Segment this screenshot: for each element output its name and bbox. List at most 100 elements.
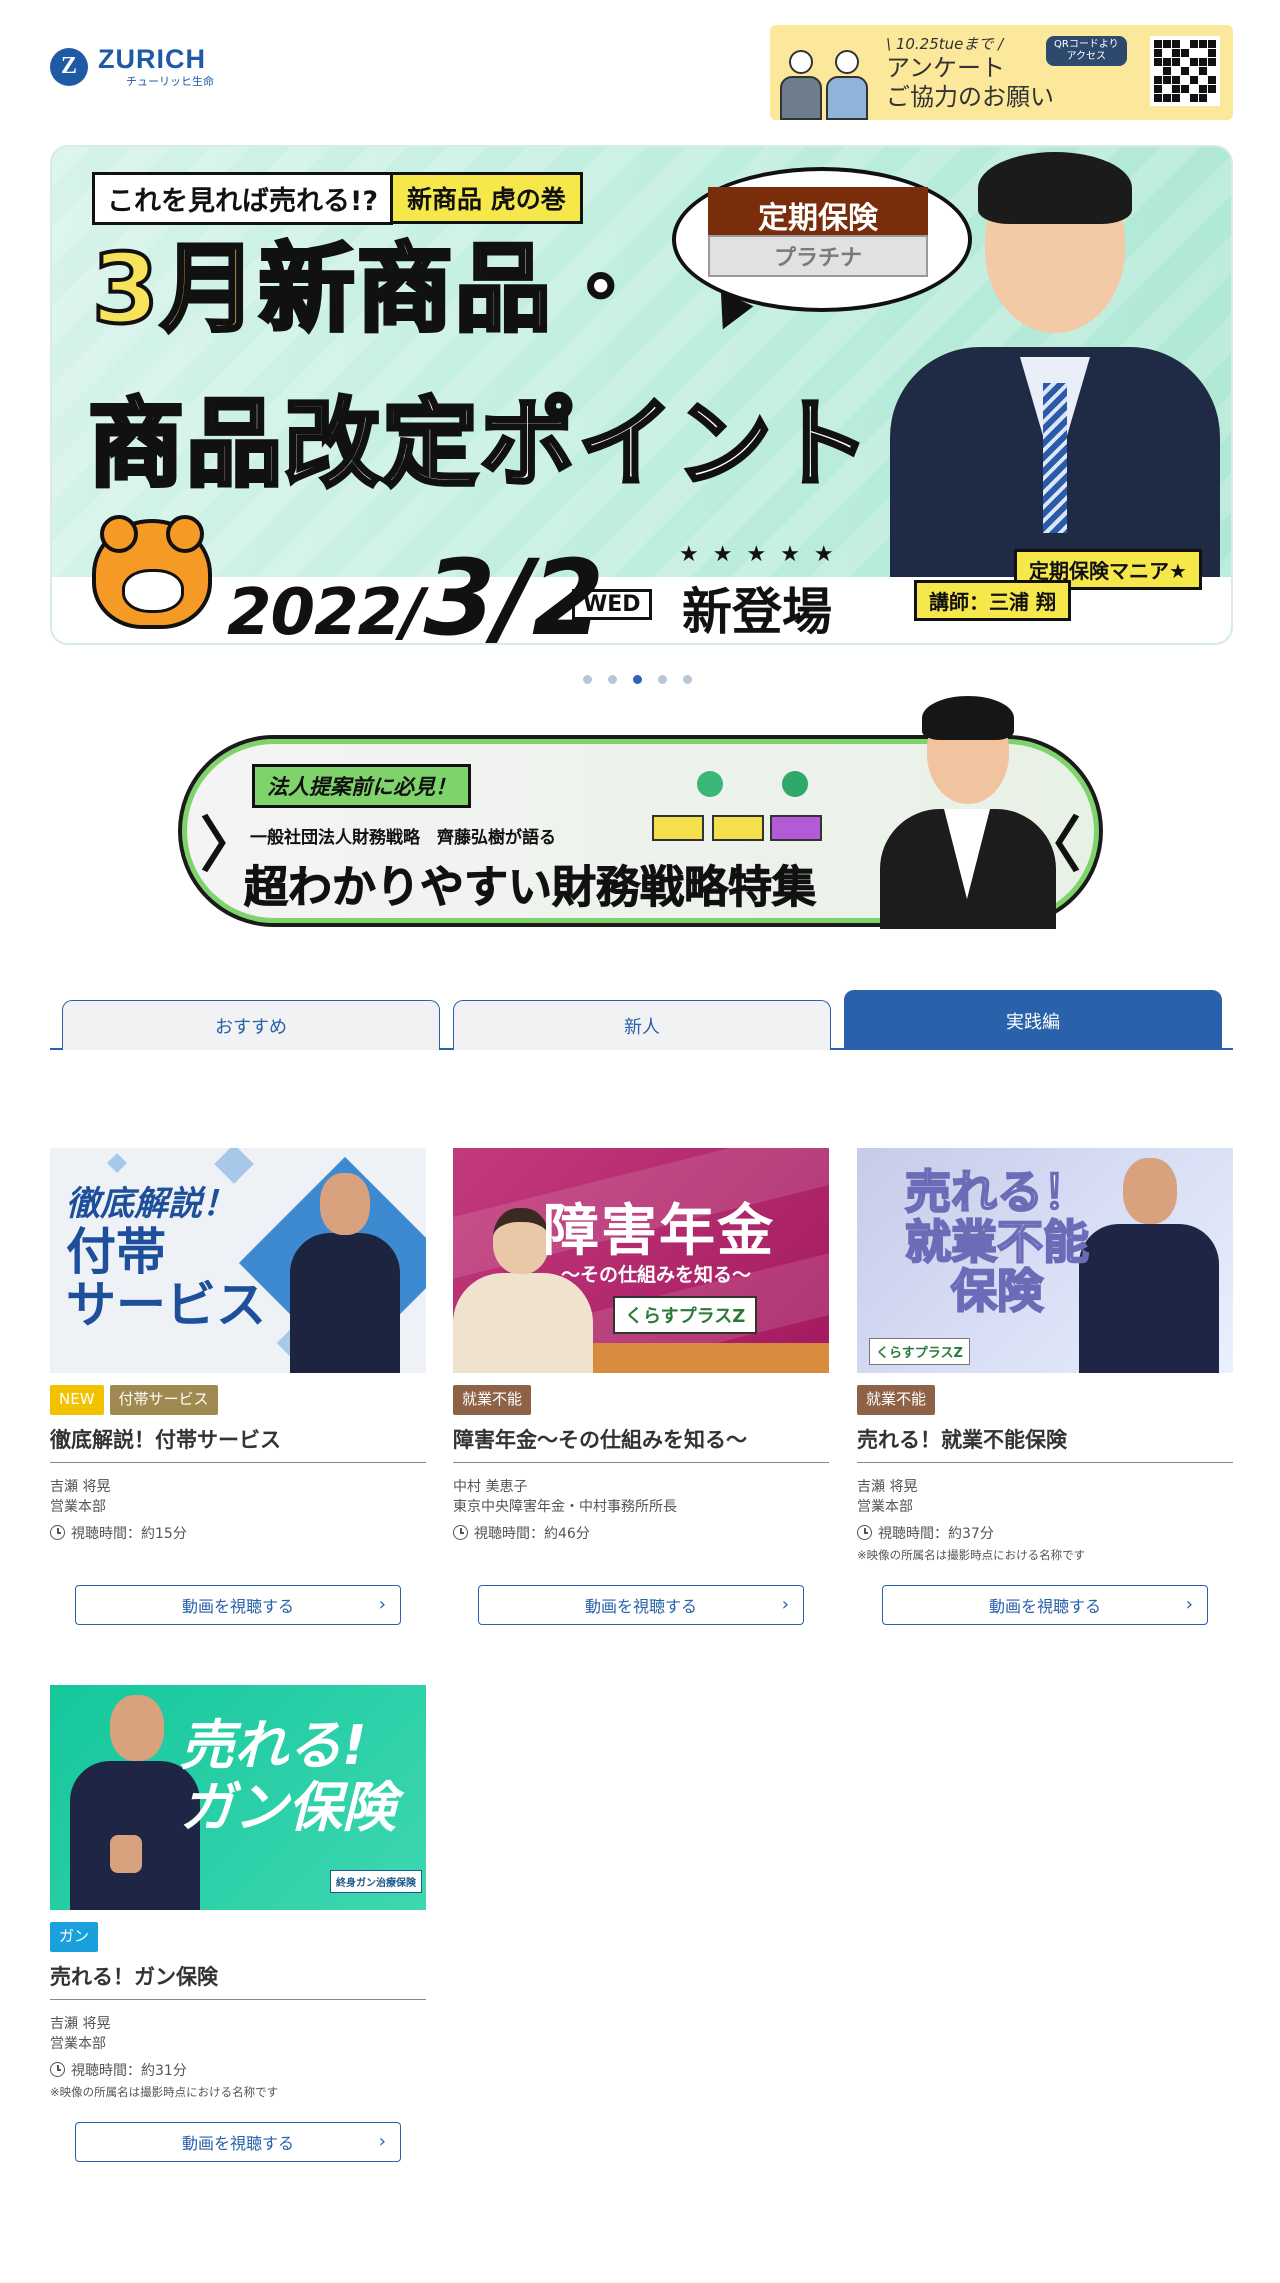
hero-carousel-slide[interactable]: これを見れば売れる!? 新商品 虎の巻 3月新商品・ 商品改定ポイント 定期保険… [50,145,1233,645]
chevron-right-icon: › [1185,1594,1193,1615]
duration: 視聴時間：約15分 [50,1523,426,1543]
tab-recommended[interactable]: おすすめ [62,1000,440,1050]
watch-video-button[interactable]: 動画を視聴する › [75,2122,401,2162]
zurich-logo-mark: Z [50,47,88,86]
logo-text: ZURICH [98,44,206,74]
people-laptops-illustration [652,771,852,851]
product-logo: くらすプラスZ [869,1338,970,1365]
thumbnail-title-1: 売れる! [180,1714,367,1777]
duration-text: 視聴時間：約31分 [71,2062,187,2079]
video-thumbnail[interactable]: 売れる! ガン保険 終身ガン治療保険 [50,1685,426,1910]
badge-group: ガン [50,1922,426,1952]
carousel-dot[interactable] [608,675,617,684]
clock-icon [50,2062,65,2078]
qr-label-line2: アクセス [1066,51,1107,62]
duration-text: 視聴時間：約15分 [71,1525,187,1542]
clock-icon [50,1525,65,1541]
presenter-name: 吉瀬 将晃 [50,2016,111,2032]
duration-text: 視聴時間：約37分 [878,1525,994,1542]
presenter-photo [290,1173,400,1373]
category-badge: ガン [50,1922,99,1952]
category-badge: 付帯サービス [109,1385,218,1415]
product-logo: くらすプラスZ [613,1296,758,1334]
video-title[interactable]: 徹底解説！付帯サービス [50,1424,426,1463]
duration: 視聴時間：約31分 [50,2060,426,2080]
category-badge: 就業不能 [453,1385,532,1415]
watch-video-label: 動画を視聴する [181,1597,294,1616]
tab-newcomer[interactable]: 新人 [453,1000,831,1050]
presenter-name: 吉瀬 将晃 [857,1479,918,1495]
banner-title: 超わかりやすい財務戦略特集 [244,862,817,914]
duration: 視聴時間：約46分 [453,1523,829,1543]
product-logo: 終身ガン治療保険 [330,1870,422,1893]
qr-code-icon[interactable] [1150,36,1220,106]
thumbnail-title-3: 保険 [950,1264,1044,1319]
presenter-affiliation: 営業本部 [50,2036,106,2053]
financial-strategy-banner[interactable]: 〉 法人提案前に必見！ 一般社団法人財務戦略 齊藤弘樹が語る 超わかりやすい財務… [178,696,1103,929]
presenter-info: 吉瀬 将晃 営業本部 [50,1477,426,1518]
carousel-dot[interactable] [583,675,592,684]
video-thumbnail[interactable]: 売れる！ 就業不能 保険 くらすプラスZ [857,1148,1233,1373]
video-title[interactable]: 障害年金～その仕組みを知る～ [453,1424,829,1463]
logo-subtext: チューリッヒ生命 [126,75,214,88]
release-date: 2022/3/2 [227,537,604,645]
qr-label-line1: QRコードより [1054,39,1119,50]
video-title[interactable]: 売れる！ガン保険 [50,1961,426,2000]
badge-group: 就業不能 [453,1385,829,1415]
thumbnail-subtitle: ～その仕組みを知る～ [561,1264,752,1286]
duration: 視聴時間：約37分 [857,1523,1233,1543]
carousel-dot-active[interactable] [633,675,642,684]
badge-group: NEW 付帯サービス [50,1385,426,1415]
qr-label: QRコードより アクセス [1046,36,1127,66]
thumbnail-title-1: 徹底解説！ [66,1184,236,1224]
category-badge: 就業不能 [857,1385,936,1415]
thumbnail-title-1: 売れる！ [904,1165,1090,1219]
tiger-mascot-icon [92,515,212,629]
watch-video-button[interactable]: 動画を視聴する › [75,1585,401,1625]
watch-video-button[interactable]: 動画を視聴する › [478,1585,804,1625]
category-tabs: おすすめ 新人 実践編 [50,990,1233,1050]
presenter-photo [860,147,1231,587]
thumbnail-title: 売れる！ 就業不能 保険 [887,1165,1107,1319]
thumbnail-title-2: ガン保険 [180,1776,396,1840]
watch-video-button[interactable]: 動画を視聴する › [882,1585,1208,1625]
presenter-info: 吉瀬 将晃 営業本部 [50,2014,426,2055]
presenter-info: 吉瀬 将晃 営業本部 [857,1477,1233,1518]
thumbnail-title: 売れる! ガン保険 [180,1714,396,1840]
release-date-year: 2022/ [227,576,424,645]
affiliation-note: ※映像の所属名は撮影時点における名称です [857,1547,1086,1562]
hero-title-rest: 新商品・ [257,233,651,345]
badge-group: 就業不能 [857,1385,1233,1415]
thumbs-up-icon [110,1835,142,1873]
carousel-dots [583,675,692,684]
video-card: 徹底解説！ 付帯 サービス NEW 付帯サービス 徹底解説！付帯サービス 吉瀬 将… [50,1148,426,1625]
chevron-right-icon: › [781,1594,789,1615]
presenter-name: 中村 美恵子 [453,1479,528,1495]
banner-tag: 法人提案前に必見！ [252,764,471,808]
banner-subtitle: 一般社団法人財務戦略 齊藤弘樹が語る [250,828,556,848]
affiliation-note: ※映像の所属名は撮影時点における名称です [50,2084,279,2099]
zurich-logo[interactable]: Z ZURICH チューリッヒ生命 [50,46,214,87]
carousel-dot[interactable] [683,675,692,684]
new-release-label: 新登場 [682,583,832,641]
carousel-dot[interactable] [658,675,667,684]
video-card: 障害年金 ～その仕組みを知る～ くらすプラスZ 就業不能 障害年金～その仕組みを… [453,1148,829,1625]
video-thumbnail[interactable]: 徹底解説！ 付帯 サービス [50,1148,426,1373]
video-title[interactable]: 売れる！就業不能保険 [857,1424,1233,1463]
stars-icon: ★★★★★ [679,542,848,567]
video-thumbnail[interactable]: 障害年金 ～その仕組みを知る～ くらすプラスZ [453,1148,829,1373]
duration-text: 視聴時間：約46分 [474,1525,590,1542]
people-illustration [770,25,880,120]
thumbnail-title-2: 付帯 サービス [66,1226,266,1331]
presenter-info: 中村 美恵子 東京中央障害年金・中村事務所所長 [453,1477,829,1518]
thumbnail-title-2: 就業不能 [904,1214,1090,1269]
thumbnail-title: 障害年金 [543,1199,775,1264]
man-illustration-icon [780,50,822,120]
clock-icon [453,1525,468,1541]
watch-video-label: 動画を視聴する [181,2134,294,2153]
video-card: 売れる! ガン保険 終身ガン治療保険 ガン 売れる！ガン保険 吉瀬 将晃 営業本… [50,1685,426,2162]
hero-tag: これを見れば売れる!? [92,172,393,225]
hero-title-month: 3月 [90,233,259,345]
presenter-name: 吉瀬 将晃 [50,1479,111,1495]
tab-practical[interactable]: 実践編 [844,990,1222,1050]
